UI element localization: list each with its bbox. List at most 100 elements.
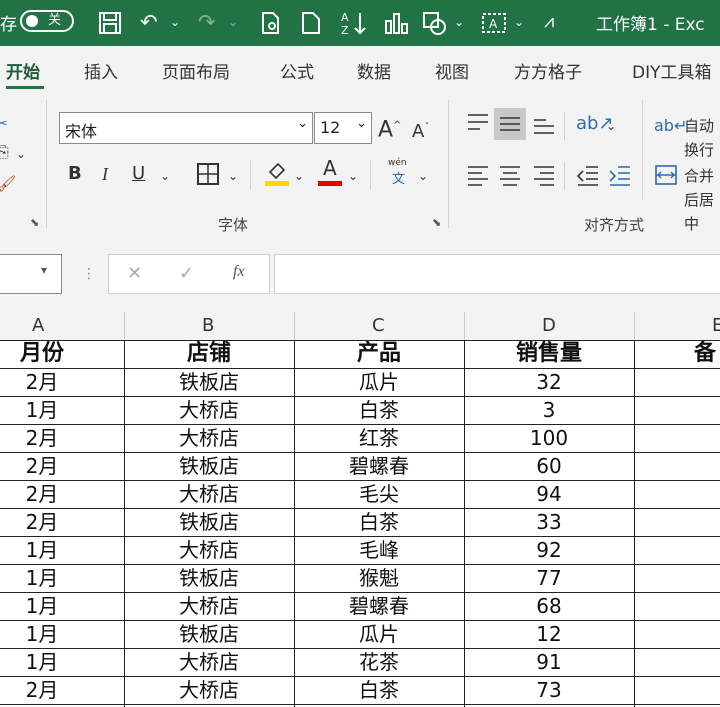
align-center-icon[interactable] xyxy=(498,164,522,186)
table-cell[interactable]: 92 xyxy=(464,536,634,564)
align-top-icon[interactable] xyxy=(466,112,490,134)
font-size-dropdown[interactable]: 12 ⌄ xyxy=(314,112,372,144)
chevron-down-icon[interactable]: ⌄ xyxy=(16,142,26,166)
table-cell[interactable]: 猴魁 xyxy=(294,564,464,592)
chevron-down-icon[interactable]: ⌄ xyxy=(228,164,238,188)
wrap-text-icon[interactable]: ab↵ xyxy=(654,114,687,138)
table-header-cell[interactable]: 销售量 xyxy=(464,340,634,368)
tab-insert[interactable]: 插入 xyxy=(84,58,118,83)
table-cell[interactable]: 32 xyxy=(464,368,634,396)
table-cell[interactable]: 33 xyxy=(464,508,634,536)
formula-input[interactable] xyxy=(274,254,720,294)
tab-fangfang[interactable]: 方方格子 xyxy=(514,58,582,83)
table-cell[interactable]: 3 xyxy=(464,396,634,424)
italic-button[interactable]: I xyxy=(102,162,108,186)
table-cell[interactable]: 1月 xyxy=(0,564,124,592)
column-header-c[interactable]: C xyxy=(372,315,385,336)
decrease-indent-icon[interactable] xyxy=(576,164,600,186)
grow-font-icon[interactable]: A^ xyxy=(378,114,401,142)
print-preview-icon[interactable] xyxy=(258,11,282,35)
tab-home[interactable]: 开始 xyxy=(6,58,40,83)
chevron-down-icon[interactable]: ⌄ xyxy=(160,164,170,188)
sort-az-icon[interactable]: A Z xyxy=(340,10,368,36)
table-cell[interactable]: 大桥店 xyxy=(124,592,294,620)
shrink-font-icon[interactable]: Aˇ xyxy=(412,116,429,144)
clipboard-launcher-icon[interactable]: ⬊ xyxy=(30,216,39,229)
redo-icon[interactable]: ↷ xyxy=(198,9,216,35)
chevron-down-icon[interactable]: ⌄ xyxy=(294,164,304,188)
font-color-icon[interactable]: A xyxy=(318,156,344,188)
align-left-icon[interactable] xyxy=(466,164,490,186)
table-cell[interactable]: 铁板店 xyxy=(124,508,294,536)
table-cell[interactable]: 大桥店 xyxy=(124,676,294,704)
table-cell[interactable]: 1月 xyxy=(0,592,124,620)
bold-button[interactable]: B xyxy=(68,162,82,186)
borders-icon[interactable] xyxy=(196,162,220,186)
chevron-down-icon[interactable]: ⌄ xyxy=(170,9,180,35)
align-right-icon[interactable] xyxy=(532,164,556,186)
tab-data[interactable]: 数据 xyxy=(357,58,391,83)
table-cell[interactable]: 2月 xyxy=(0,676,124,704)
tab-view[interactable]: 视图 xyxy=(435,58,469,83)
table-header-cell[interactable]: 产品 xyxy=(294,340,464,368)
table-cell[interactable]: 12 xyxy=(464,620,634,648)
name-box[interactable]: ▾ xyxy=(0,254,62,294)
table-cell[interactable]: 2月 xyxy=(0,424,124,452)
wrap-text-label[interactable]: 自动换行 xyxy=(684,114,720,162)
format-painter-icon[interactable]: 🖌 xyxy=(0,172,16,196)
chart-icon[interactable] xyxy=(384,11,410,35)
table-cell[interactable]: 红茶 xyxy=(294,424,464,452)
table-cell[interactable]: 碧螺春 xyxy=(294,592,464,620)
table-cell[interactable]: 铁板店 xyxy=(124,452,294,480)
table-cell[interactable]: 60 xyxy=(464,452,634,480)
table-cell[interactable]: 大桥店 xyxy=(124,396,294,424)
table-cell[interactable]: 1月 xyxy=(0,536,124,564)
font-launcher-icon[interactable]: ⬊ xyxy=(432,216,441,229)
textbox-icon[interactable]: A xyxy=(480,11,508,35)
column-header-a[interactable]: A xyxy=(32,315,44,336)
chevron-down-icon[interactable]: ⌄ xyxy=(454,9,464,35)
phonetic-guide-icon[interactable]: wén 文 xyxy=(386,158,412,188)
shapes-icon[interactable] xyxy=(422,11,448,35)
table-cell[interactable]: 白茶 xyxy=(294,676,464,704)
table-header-cell[interactable]: 月份 xyxy=(0,340,124,368)
table-cell[interactable]: 1月 xyxy=(0,396,124,424)
underline-button[interactable]: U xyxy=(132,162,145,186)
table-cell[interactable]: 1月 xyxy=(0,648,124,676)
chevron-down-icon[interactable]: ⌄ xyxy=(514,9,524,35)
undo-icon[interactable]: ↶ xyxy=(140,9,158,35)
table-cell[interactable]: 大桥店 xyxy=(124,480,294,508)
table-cell[interactable]: 毛峰 xyxy=(294,536,464,564)
table-cell[interactable]: 77 xyxy=(464,564,634,592)
table-cell[interactable]: 碧螺春 xyxy=(294,452,464,480)
table-cell[interactable]: 100 xyxy=(464,424,634,452)
enter-icon[interactable]: ✓ xyxy=(179,263,194,284)
column-header-d[interactable]: D xyxy=(542,315,556,336)
table-cell[interactable]: 1月 xyxy=(0,620,124,648)
table-cell[interactable]: 花茶 xyxy=(294,648,464,676)
chevron-down-icon[interactable]: ⌄ xyxy=(228,9,238,35)
save-icon[interactable] xyxy=(98,11,122,35)
cut-icon[interactable]: ✂ xyxy=(0,112,8,136)
table-cell[interactable]: 91 xyxy=(464,648,634,676)
more-icon[interactable]: ⩘ xyxy=(544,9,554,35)
table-cell[interactable]: 白茶 xyxy=(294,508,464,536)
column-header-b[interactable]: B xyxy=(202,315,214,336)
table-cell[interactable]: 瓜片 xyxy=(294,620,464,648)
align-bottom-icon[interactable] xyxy=(532,114,556,136)
table-cell[interactable]: 大桥店 xyxy=(124,424,294,452)
tab-formulas[interactable]: 公式 xyxy=(280,58,314,83)
cancel-icon[interactable]: ✕ xyxy=(127,263,142,284)
table-header-cell[interactable]: 备 xyxy=(694,340,720,368)
chevron-down-icon[interactable]: ⌄ xyxy=(418,164,428,188)
table-cell[interactable]: 2月 xyxy=(0,508,124,536)
table-cell[interactable]: 铁板店 xyxy=(124,564,294,592)
insert-function-icon[interactable]: fx xyxy=(233,263,245,281)
table-cell[interactable]: 大桥店 xyxy=(124,648,294,676)
merge-center-icon[interactable] xyxy=(654,164,678,186)
table-cell[interactable]: 94 xyxy=(464,480,634,508)
table-cell[interactable]: 2月 xyxy=(0,480,124,508)
column-header-e[interactable]: E xyxy=(712,315,720,336)
chevron-down-icon[interactable]: ⌄ xyxy=(606,114,616,138)
copy-icon[interactable]: ⎘ xyxy=(0,140,9,164)
